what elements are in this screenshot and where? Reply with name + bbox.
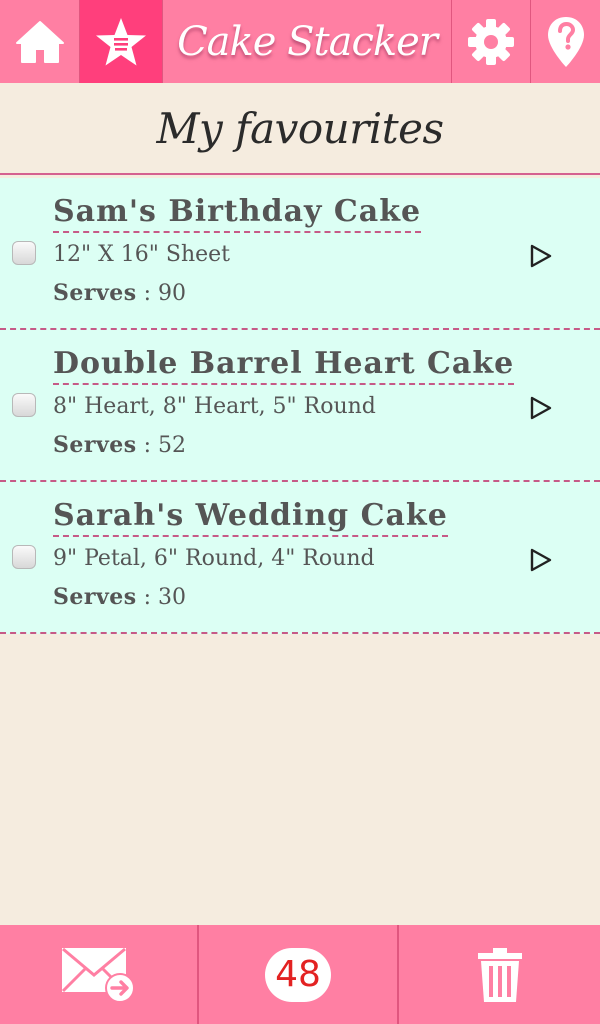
favourites-button[interactable] [80,0,163,83]
email-button[interactable] [0,925,199,1024]
trash-icon [477,947,522,1002]
cake-sizes: 12" X 16" Sheet [53,242,230,267]
play-arrow-icon[interactable] [527,546,555,574]
app-title: Cake Stacker [177,18,438,65]
serves-text: Serves : 90 [53,280,186,306]
home-icon [15,20,64,63]
count-badge: 48 [265,947,331,1002]
settings-button[interactable] [451,0,531,83]
email-send-icon [61,947,135,1003]
serves-label: Serves [53,432,137,458]
serves-value: : 52 [136,433,187,458]
cake-sizes: 9" Petal, 6" Round, 4" Round [53,546,375,571]
list-item[interactable]: Sarah's Wedding Cake 9" Petal, 6" Round,… [0,482,600,634]
serves-label: Serves [53,584,137,610]
gear-icon [468,18,514,65]
select-checkbox[interactable] [12,241,36,265]
play-arrow-icon[interactable] [527,394,555,422]
serves-value: : 90 [136,281,187,306]
list-item[interactable]: Double Barrel Heart Cake 8" Heart, 8" He… [0,330,600,482]
cake-name[interactable]: Sam's Birthday Cake [53,194,422,233]
favourites-count-button[interactable]: 48 [199,925,399,1024]
serves-value: : 30 [136,585,187,610]
play-arrow-icon[interactable] [527,242,555,270]
cake-name[interactable]: Double Barrel Heart Cake [53,346,515,385]
list-item[interactable]: Sam's Birthday Cake 12" X 16" Sheet Serv… [0,178,600,330]
page-title: My favourites [156,103,444,153]
help-button[interactable] [531,0,600,83]
delete-button[interactable] [399,925,600,1024]
help-icon [547,16,584,67]
app-header: Cake Stacker [0,0,600,83]
serves-text: Serves : 30 [53,584,186,610]
select-checkbox[interactable] [12,393,36,417]
select-checkbox[interactable] [12,545,36,569]
favourites-star-icon [96,17,146,65]
cake-name[interactable]: Sarah's Wedding Cake [53,498,448,537]
favourites-list: Sam's Birthday Cake 12" X 16" Sheet Serv… [0,178,600,634]
bottom-toolbar: 48 [0,925,600,1024]
serves-text: Serves : 52 [53,432,186,458]
cake-sizes: 8" Heart, 8" Heart, 5" Round [53,394,376,419]
serves-label: Serves [53,280,137,306]
home-button[interactable] [0,0,80,83]
page-title-bar: My favourites [0,83,600,175]
